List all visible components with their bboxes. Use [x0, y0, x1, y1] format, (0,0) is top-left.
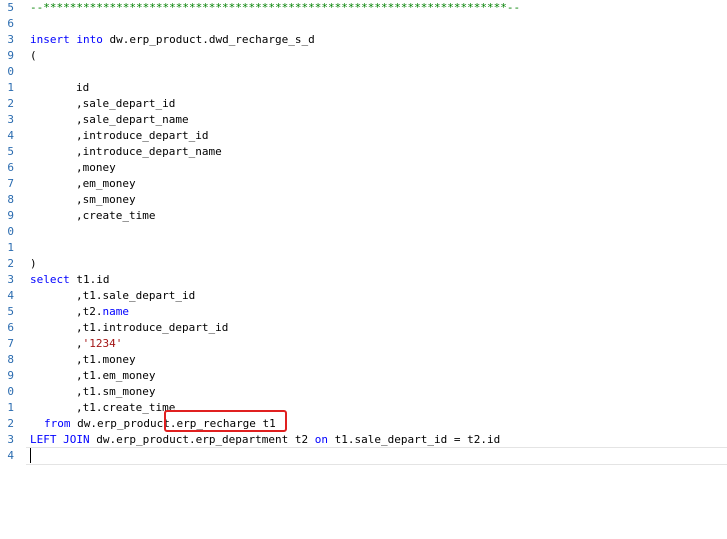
line-number: 0 [7, 225, 14, 238]
join-table: dw.erp_product.erp_department t2 [89, 433, 315, 446]
keyword-insert-into: insert into [30, 33, 103, 46]
column-name: ,sm_money [76, 193, 136, 206]
open-paren: ( [30, 49, 37, 62]
line-number: 5 [7, 145, 14, 158]
code-line[interactable]: ,t1.create_time [76, 400, 175, 416]
select-column: ,t1.em_money [76, 369, 156, 382]
line-number: 9 [7, 369, 14, 382]
code-line[interactable]: ,t1.money [76, 352, 136, 368]
line-number: 3 [7, 33, 14, 46]
code-line[interactable]: ,sale_depart_id [76, 96, 175, 112]
column-name: ,sale_depart_id [76, 97, 176, 110]
line-number: 3 [7, 273, 14, 286]
select-column: ,t1.sm_money [76, 385, 156, 398]
line-number: 4 [7, 449, 14, 462]
code-line[interactable]: ,sm_money [76, 192, 136, 208]
code-line[interactable]: ,t1.sm_money [76, 384, 155, 400]
line-number: 4 [7, 129, 14, 142]
current-line-highlight [26, 447, 727, 465]
code-line[interactable]: ) [30, 256, 37, 272]
line-number: 0 [7, 385, 14, 398]
line-number: 2 [7, 257, 14, 270]
code-line[interactable]: ,t1.em_money [76, 368, 155, 384]
line-number: 5 [7, 305, 14, 318]
string-literal: '1234' [82, 337, 123, 350]
code-line[interactable]: ,introduce_depart_name [76, 144, 222, 160]
line-number-gutter: 5 6 3 9 0 1 2 3 4 5 6 7 8 9 0 1 2 3 4 5 … [0, 0, 18, 539]
code-line[interactable]: --**************************************… [30, 0, 520, 16]
line-number: 3 [7, 113, 14, 126]
select-column: ,t1.money [76, 353, 136, 366]
keyword-from: from [44, 417, 71, 430]
line-number: 1 [7, 81, 14, 94]
code-line[interactable]: LEFT JOIN dw.erp_product.erp_department … [30, 432, 500, 448]
comment: --**************************************… [30, 1, 521, 14]
column-name: ,introduce_depart_id [76, 129, 209, 142]
select-column: ,t1.sale_depart_id [76, 289, 196, 302]
column-name: ,em_money [76, 177, 136, 190]
column-name: ,introduce_depart_name [76, 145, 222, 158]
code-line[interactable]: ,t1.introduce_depart_id [76, 320, 228, 336]
line-number: 6 [7, 17, 14, 30]
column-name: ,sale_depart_name [76, 113, 189, 126]
code-line[interactable]: id [76, 80, 89, 96]
column-name: id [76, 81, 90, 94]
insert-target: dw.erp_product.dwd_recharge_s_d [102, 33, 315, 46]
column-name: ,create_time [76, 209, 156, 222]
code-line[interactable]: insert into dw.erp_product.dwd_recharge_… [30, 32, 315, 48]
close-paren: ) [30, 257, 37, 270]
code-line[interactable]: ,create_time [76, 208, 155, 224]
line-number: 9 [7, 49, 14, 62]
comma: , [76, 337, 83, 350]
line-number: 1 [7, 241, 14, 254]
line-number: 3 [7, 433, 14, 446]
line-number: 0 [7, 65, 14, 78]
code-line[interactable]: ,t1.sale_depart_id [76, 288, 195, 304]
annotation-highlight-box [164, 410, 287, 432]
keyword-on: on [314, 433, 329, 446]
line-number: 7 [7, 177, 14, 190]
line-number: 4 [7, 289, 14, 302]
code-line[interactable]: ( [30, 48, 37, 64]
line-number: 7 [7, 337, 14, 350]
line-number: 6 [7, 321, 14, 334]
keyword-select: select [30, 273, 70, 286]
line-number: 2 [7, 417, 14, 430]
code-line[interactable]: ,sale_depart_name [76, 112, 189, 128]
code-line[interactable]: ,em_money [76, 176, 136, 192]
select-column: t1.id [69, 273, 110, 286]
line-number: 8 [7, 193, 14, 206]
join-condition: t1.sale_depart_id = t2.id [328, 433, 501, 446]
select-column-prefix: ,t2. [76, 305, 103, 318]
select-column-name: name [102, 305, 130, 318]
text-caret [30, 448, 31, 463]
code-line[interactable]: select t1.id [30, 272, 110, 288]
sql-editor[interactable]: 5 6 3 9 0 1 2 3 4 5 6 7 8 9 0 1 2 3 4 5 … [0, 0, 727, 539]
column-name: ,money [76, 161, 116, 174]
line-number: 6 [7, 161, 14, 174]
code-line[interactable]: ,t2.name [76, 304, 129, 320]
line-number: 1 [7, 401, 14, 414]
line-number: 8 [7, 353, 14, 366]
select-column: ,t1.create_time [76, 401, 176, 414]
line-number: 5 [7, 1, 14, 14]
code-line[interactable]: ,'1234' [76, 336, 122, 352]
line-number: 9 [7, 209, 14, 222]
code-line[interactable]: ,money [76, 160, 116, 176]
line-number: 2 [7, 97, 14, 110]
select-column: ,t1.introduce_depart_id [76, 321, 229, 334]
keyword-left-join: LEFT JOIN [30, 433, 90, 446]
code-line[interactable]: ,introduce_depart_id [76, 128, 208, 144]
